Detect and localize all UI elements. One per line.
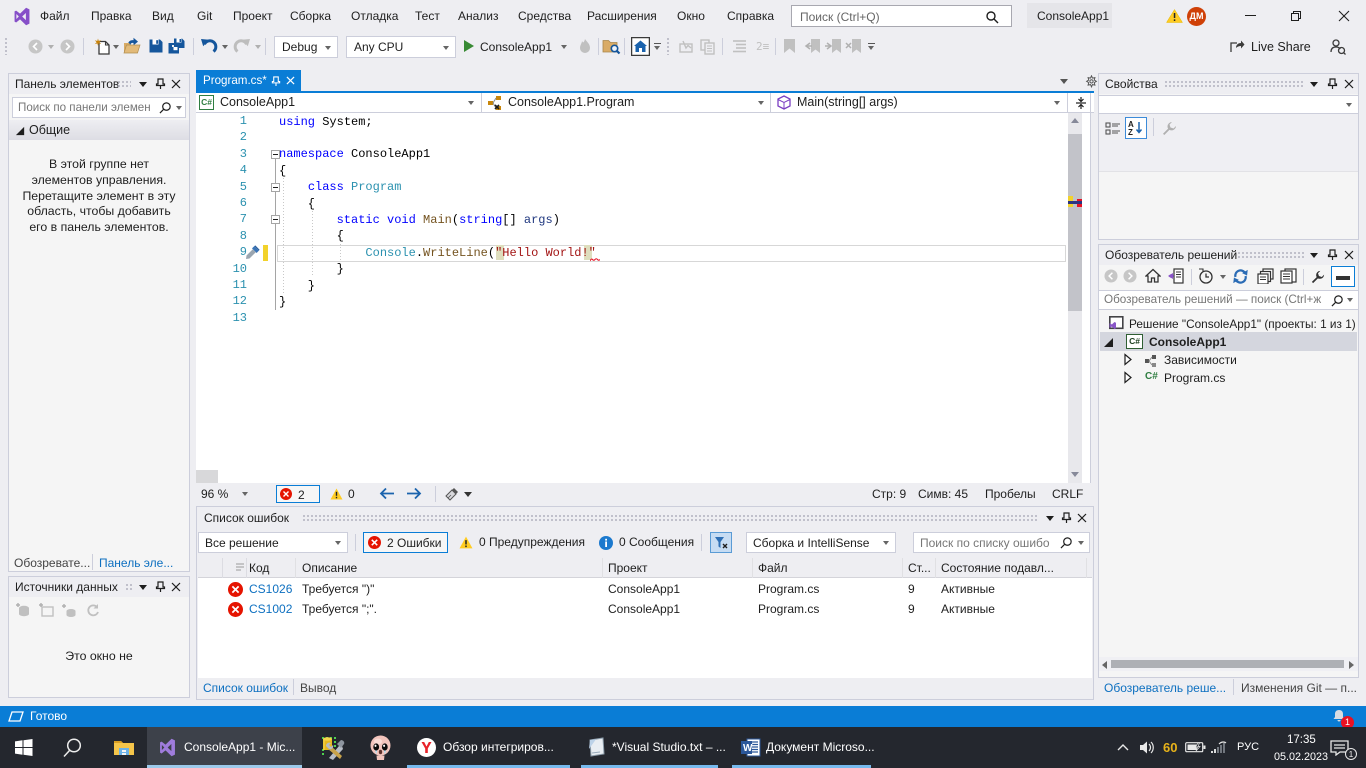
svg-text:W: W [743, 743, 753, 754]
svg-text:2≡: 2≡ [756, 40, 770, 53]
svg-text:Z: Z [1128, 128, 1133, 136]
